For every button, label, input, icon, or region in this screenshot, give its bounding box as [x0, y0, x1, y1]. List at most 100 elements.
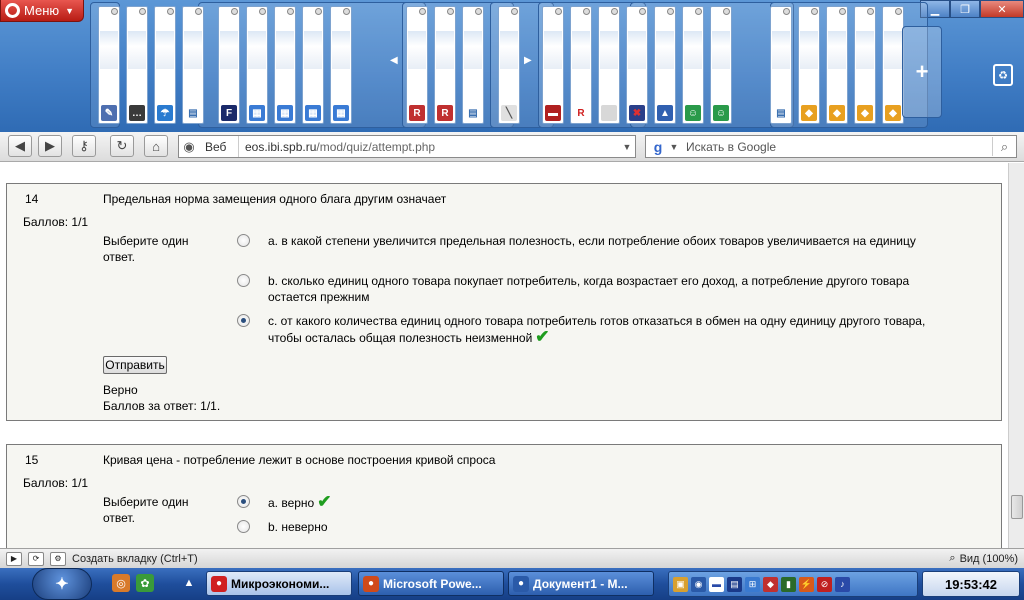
close-tab-icon[interactable] — [139, 8, 146, 15]
taskbar-item[interactable]: ● Микроэкономи... — [206, 571, 352, 596]
close-tab-icon[interactable] — [447, 8, 454, 15]
close-tab-icon[interactable] — [583, 8, 590, 15]
zoom-control[interactable]: ⌕ Вид (100%) — [949, 552, 1018, 565]
tab-thumbnail[interactable]: ▤ — [462, 6, 484, 124]
clock[interactable]: 19:53:42 — [922, 571, 1020, 597]
quicklaunch-icon[interactable]: ◎ — [112, 574, 130, 592]
back-button[interactable]: ◀ — [8, 135, 32, 157]
start-button[interactable]: ✦ — [32, 568, 92, 600]
close-tab-icon[interactable] — [231, 8, 238, 15]
tab-scroll-left-icon[interactable]: ◀ — [390, 55, 398, 66]
tab-thumbnail[interactable]: F — [218, 6, 240, 124]
close-tab-icon[interactable] — [839, 8, 846, 15]
home-button[interactable]: ⌂ — [144, 135, 168, 157]
close-tab-icon[interactable] — [111, 8, 118, 15]
close-tab-icon[interactable] — [287, 8, 294, 15]
opera-menu-button[interactable]: Меню ▼ — [0, 0, 84, 22]
close-tab-icon[interactable] — [783, 8, 790, 15]
tab-thumbnail[interactable]: ◆ — [798, 6, 820, 124]
search-box[interactable]: g ▼ Искать в Google ⌕ — [645, 135, 1017, 158]
tab-thumbnail[interactable]: ☂ — [154, 6, 176, 124]
tab-thumbnail[interactable]: ▦ — [302, 6, 324, 124]
warning-icon[interactable]: ⊘ — [817, 576, 832, 592]
folder-icon[interactable]: ▣ — [673, 576, 688, 592]
answer-option-b[interactable]: b. неверно — [237, 519, 928, 535]
radio-button-selected[interactable] — [237, 495, 250, 508]
radio-button[interactable] — [237, 520, 250, 533]
close-tab-icon[interactable] — [695, 8, 702, 15]
close-tab-icon[interactable] — [475, 8, 482, 15]
vertical-scrollbar[interactable] — [1008, 163, 1024, 548]
close-tab-icon[interactable] — [867, 8, 874, 15]
address-dropdown-icon[interactable]: ▼ — [619, 142, 635, 152]
search-engine-dropdown-icon[interactable]: ▼ — [668, 142, 680, 152]
tab-thumbnail[interactable]: ☺ — [710, 6, 732, 124]
google-icon[interactable]: g — [648, 137, 668, 156]
close-tab-icon[interactable] — [811, 8, 818, 15]
close-tab-icon[interactable] — [167, 8, 174, 15]
tab-thumbnail[interactable]: ▤ — [770, 6, 792, 124]
radio-button[interactable] — [237, 274, 250, 287]
tab-thumbnail[interactable]: R — [406, 6, 428, 124]
signal-icon[interactable]: ▮ — [781, 576, 796, 592]
forward-button[interactable]: ▶ — [38, 135, 62, 157]
taskbar-item[interactable]: ● Документ1 - М... — [508, 571, 654, 596]
search-icon[interactable]: ⌕ — [992, 137, 1016, 156]
answer-option-c[interactable]: c. от какого количества единиц одного то… — [237, 313, 928, 346]
tab-thumbnail[interactable]: ╲ — [498, 6, 520, 124]
quicklaunch-icon[interactable]: ✿ — [136, 574, 154, 592]
antivirus-icon[interactable]: ◆ — [763, 576, 778, 592]
tab-thumbnail[interactable]: R — [570, 6, 592, 124]
key-button[interactable]: ⚷ — [72, 135, 96, 157]
tab-scroll-right-icon[interactable]: ▶ — [524, 55, 532, 66]
taskbar-item[interactable]: ● Microsoft Powe... — [358, 571, 504, 596]
scrollbar-thumb[interactable] — [1011, 495, 1023, 519]
tab-thumbnail[interactable]: ▤ — [182, 6, 204, 124]
tab-thumbnail[interactable]: ▬ — [542, 6, 564, 124]
close-tab-icon[interactable] — [555, 8, 562, 15]
tab-thumbnail[interactable]: ◆ — [854, 6, 876, 124]
tab-thumbnail[interactable]: ☺ — [682, 6, 704, 124]
tab-thumbnail[interactable]: R — [434, 6, 456, 124]
search-input[interactable]: Искать в Google — [680, 140, 992, 154]
close-tab-icon[interactable] — [259, 8, 266, 15]
tab-thumbnail[interactable]: ✎ — [98, 6, 120, 124]
close-tab-icon[interactable] — [895, 8, 902, 15]
close-tab-icon[interactable] — [315, 8, 322, 15]
tab-thumbnail[interactable]: ▦ — [246, 6, 268, 124]
address-bar[interactable]: ◉ Веб eos.ibi.spb.ru /mod/quiz/attempt.p… — [178, 135, 636, 158]
close-tab-icon[interactable] — [511, 8, 518, 15]
submit-button[interactable]: Отправить — [103, 356, 167, 374]
restore-button[interactable]: ❐ — [950, 0, 980, 18]
new-tab-hint[interactable]: Создать вкладку (Ctrl+T) — [72, 553, 198, 565]
tab-thumbnail[interactable]: ▦ — [274, 6, 296, 124]
close-window-button[interactable]: ✕ — [980, 0, 1024, 18]
tab-thumbnail[interactable] — [598, 6, 620, 124]
connection-icon[interactable]: ⊞ — [745, 576, 760, 592]
close-tab-icon[interactable] — [419, 8, 426, 15]
network-icon[interactable]: ◉ — [691, 576, 706, 592]
close-tab-icon[interactable] — [639, 8, 646, 15]
monitor-icon[interactable]: ▤ — [727, 576, 742, 592]
tab-thumbnail[interactable]: ✖ — [626, 6, 648, 124]
power-icon[interactable]: ⚡ — [799, 576, 814, 592]
reload-button[interactable]: ↻ — [110, 135, 134, 157]
sync-icon[interactable]: ⟳ — [28, 551, 44, 566]
address-scheme-label[interactable]: Веб — [199, 136, 239, 157]
tab-thumbnail[interactable]: ◆ — [882, 6, 904, 124]
volume-icon[interactable]: ♪ — [835, 576, 850, 592]
radio-button-selected[interactable] — [237, 314, 250, 327]
language-flag-icon[interactable]: ▬ — [709, 576, 724, 592]
trash-icon[interactable]: ♻ — [993, 64, 1013, 86]
add-tab-button[interactable]: + — [902, 26, 942, 118]
close-tab-icon[interactable] — [723, 8, 730, 15]
close-tab-icon[interactable] — [195, 8, 202, 15]
radio-button[interactable] — [237, 234, 250, 247]
close-tab-icon[interactable] — [343, 8, 350, 15]
turbo-icon[interactable]: ⚙ — [50, 551, 66, 566]
panel-toggle-icon[interactable]: ▶ — [6, 551, 22, 566]
close-tab-icon[interactable] — [611, 8, 618, 15]
tab-thumbnail[interactable]: ▦ — [330, 6, 352, 124]
quicklaunch-expand-icon[interactable]: ▲ — [180, 574, 198, 592]
answer-option-a[interactable]: a. верно ✔ — [237, 493, 928, 511]
